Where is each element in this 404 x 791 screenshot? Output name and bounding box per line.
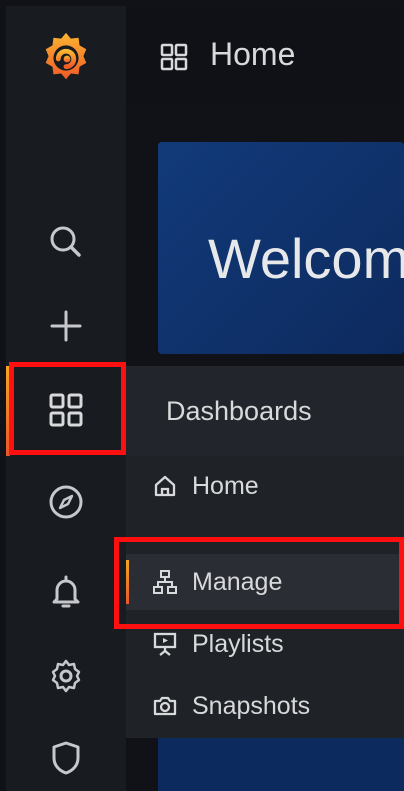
grafana-logo[interactable] (6, 28, 126, 88)
welcome-banner: Welcom (158, 142, 404, 354)
grafana-logo-icon (45, 32, 87, 80)
sidebar-item-create[interactable] (6, 296, 126, 356)
presentation-icon (153, 632, 177, 656)
sidebar-item-server-admin[interactable] (6, 728, 126, 788)
menu-item-label: Home (192, 471, 259, 500)
sidebar-item-configuration[interactable] (6, 646, 126, 706)
home-icon (154, 475, 176, 497)
menu-item-label: Playlists (192, 629, 284, 658)
grid-icon (160, 43, 188, 71)
search-icon (50, 226, 81, 257)
menu-item-snapshots[interactable]: Snapshots (126, 678, 404, 734)
sidebar-item-explore[interactable] (6, 472, 126, 532)
page-title[interactable]: Home (210, 36, 295, 73)
highlight-manage (114, 537, 404, 629)
sidebar-item-search[interactable] (6, 212, 126, 272)
shield-icon (52, 741, 80, 775)
menu-item-home[interactable]: Home (126, 458, 404, 514)
plus-icon (50, 310, 82, 342)
highlight-dashboards (9, 362, 126, 455)
top-bar: Home (126, 6, 404, 106)
welcome-text: Welcom (208, 227, 404, 290)
bell-icon (52, 575, 80, 608)
menu-item-label: Snapshots (192, 691, 311, 720)
camera-icon (153, 696, 177, 716)
gear-icon (51, 659, 81, 693)
panel-background (158, 735, 404, 791)
compass-icon (49, 485, 83, 519)
menu-header[interactable]: Dashboards (126, 366, 404, 456)
sidebar-item-alerting[interactable] (6, 562, 126, 622)
